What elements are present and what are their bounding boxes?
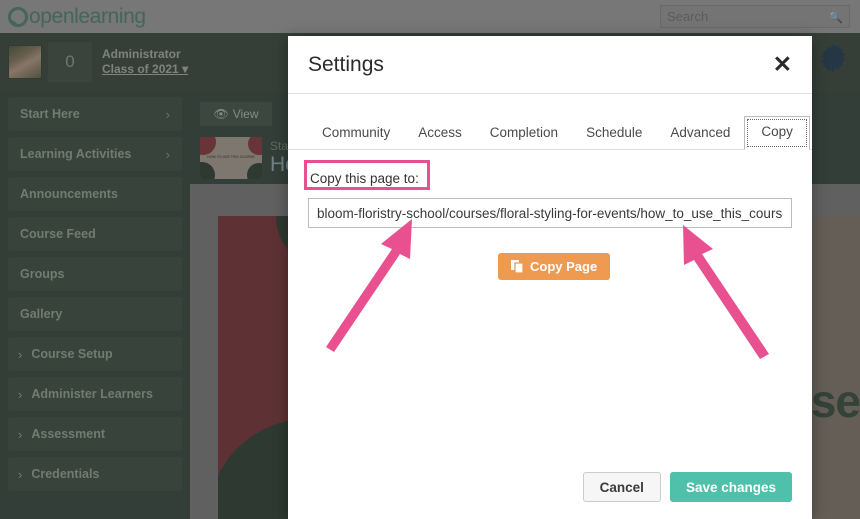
modal-title: Settings — [308, 52, 384, 76]
tab-copy[interactable]: Copy — [744, 116, 810, 150]
tab-access[interactable]: Access — [404, 119, 476, 149]
modal-tabs: Community Access Completion Schedule Adv… — [288, 94, 812, 150]
close-icon[interactable]: ✕ — [773, 53, 792, 76]
tab-schedule[interactable]: Schedule — [572, 119, 656, 149]
modal-header: Settings ✕ — [288, 36, 812, 94]
copy-pages-icon — [511, 259, 524, 274]
copy-page-button[interactable]: Copy Page — [498, 253, 611, 280]
settings-modal: Settings ✕ Community Access Completion S… — [288, 36, 812, 519]
copy-page-button-label: Copy Page — [530, 259, 598, 274]
modal-footer: Cancel Save changes — [288, 455, 812, 519]
tab-completion[interactable]: Completion — [476, 119, 572, 149]
copy-destination-input[interactable] — [308, 198, 792, 228]
tab-community[interactable]: Community — [308, 119, 404, 149]
cancel-button[interactable]: Cancel — [582, 472, 661, 502]
copy-destination-label: Copy this page to: — [310, 171, 419, 186]
save-changes-button[interactable]: Save changes — [669, 472, 792, 502]
tab-advanced[interactable]: Advanced — [656, 119, 744, 149]
screenshot-root: openlearning Search 🔍 0 Administrator Cl… — [0, 0, 860, 519]
copy-panel: Copy this page to: Copy Page — [288, 150, 812, 455]
